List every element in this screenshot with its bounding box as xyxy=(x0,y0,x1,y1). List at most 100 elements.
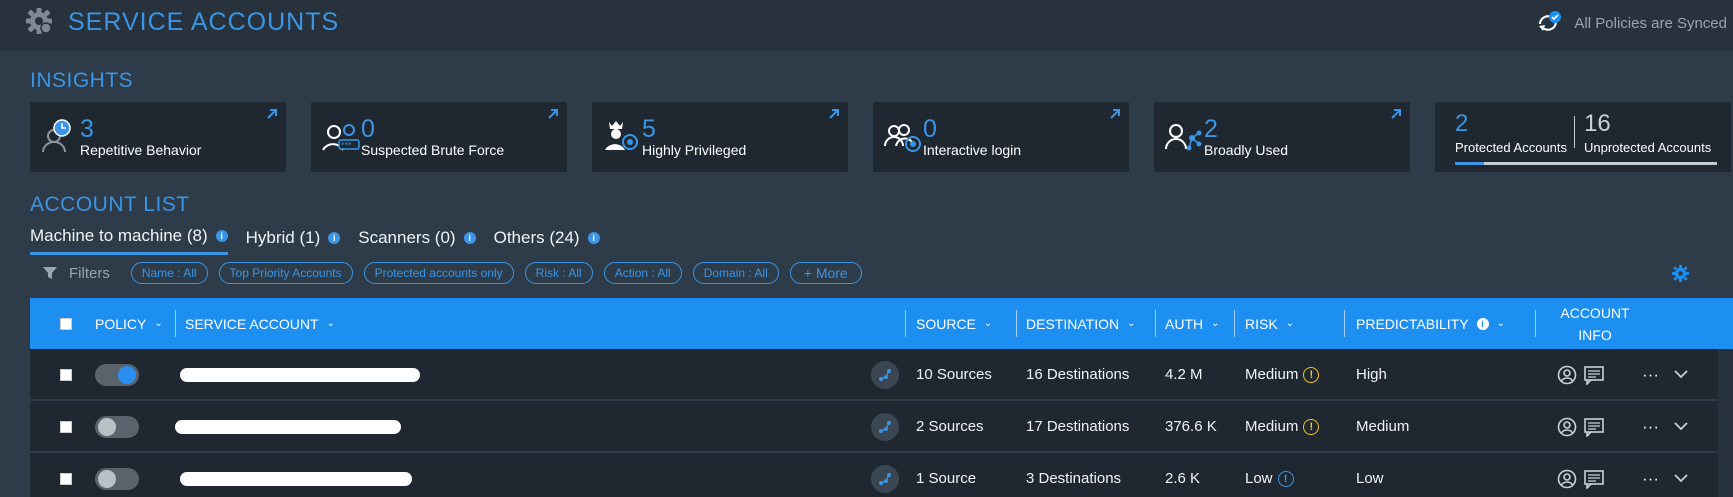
graph-button[interactable] xyxy=(871,464,899,493)
source-cell[interactable]: 1 Source xyxy=(916,453,976,497)
graph-button[interactable] xyxy=(871,360,899,389)
info-icon[interactable]: i xyxy=(463,231,476,244)
row-checkbox[interactable] xyxy=(60,368,72,381)
graph-button[interactable] xyxy=(871,412,899,441)
filter-chip-top-priority[interactable]: Top Priority Accounts xyxy=(218,262,353,284)
filter-chip-name[interactable]: Name : All xyxy=(130,262,208,284)
column-separator xyxy=(1234,310,1235,337)
service-account-cell[interactable] xyxy=(175,401,401,452)
graph-cell[interactable] xyxy=(871,401,899,452)
row-checkbox[interactable] xyxy=(60,420,72,433)
column-source[interactable]: SOURCE ⌄ xyxy=(916,298,992,349)
row-expand-button[interactable] xyxy=(1674,349,1688,400)
graph-cell[interactable] xyxy=(871,453,899,497)
insight-card-highly-privileged[interactable]: 5 Highly Privileged xyxy=(592,102,848,172)
source-cell[interactable]: 2 Sources xyxy=(916,401,984,452)
insight-card-interactive-login[interactable]: 0 Interactive login xyxy=(873,102,1129,172)
filter-chip-action[interactable]: Action : All xyxy=(603,262,682,284)
policy-cell[interactable] xyxy=(95,349,139,400)
chevron-down-icon xyxy=(1674,370,1688,379)
account-info-cell xyxy=(1557,349,1605,400)
destination-cell[interactable]: 16 Destinations xyxy=(1026,349,1129,400)
policy-cell[interactable] xyxy=(95,401,139,452)
select-all-checkbox-cell[interactable] xyxy=(60,298,72,349)
comment-icon[interactable] xyxy=(1583,469,1605,489)
row-expand-button[interactable] xyxy=(1674,401,1688,452)
external-arrow-icon[interactable] xyxy=(1109,108,1121,120)
info-icon[interactable]: i xyxy=(328,231,341,244)
table-row[interactable]: 2 Sources 17 Destinations 376.6 K Medium… xyxy=(30,401,1718,452)
column-service-account[interactable]: SERVICE ACCOUNT ⌄ xyxy=(185,298,335,349)
row-more-button[interactable]: ··· xyxy=(1642,453,1659,497)
table-row[interactable]: 1 Source 3 Destinations 2.6 K Low! Low ·… xyxy=(30,453,1718,497)
comment-icon[interactable] xyxy=(1583,417,1605,437)
external-arrow-icon[interactable] xyxy=(266,108,278,120)
row-checkbox[interactable] xyxy=(60,472,72,485)
risk-label: Medium xyxy=(1245,418,1299,435)
external-arrow-icon[interactable] xyxy=(828,108,840,120)
protection-progress-bar xyxy=(1455,162,1717,165)
user-profile-icon[interactable] xyxy=(1557,365,1577,385)
info-alert-icon[interactable]: ! xyxy=(1277,470,1294,487)
policy-toggle[interactable] xyxy=(95,363,139,386)
tab-hybrid[interactable]: Hybrid (1) i xyxy=(246,226,341,255)
filter-chip-protected-only[interactable]: Protected accounts only xyxy=(363,262,514,284)
column-destination[interactable]: DESTINATION ⌄ xyxy=(1026,298,1135,349)
auth-cell: 376.6 K xyxy=(1165,418,1217,435)
column-auth[interactable]: AUTH ⌄ xyxy=(1165,298,1220,349)
tab-label: Scanners (0) xyxy=(358,227,456,247)
column-risk[interactable]: RISK ⌄ xyxy=(1245,298,1294,349)
warning-icon[interactable]: ! xyxy=(1303,366,1320,383)
column-predictability[interactable]: PREDICTABILITY i ⌄ xyxy=(1356,298,1505,349)
insight-card-repetitive-behavior[interactable]: 3 Repetitive Behavior xyxy=(30,102,286,172)
row-more-button[interactable]: ··· xyxy=(1642,349,1659,400)
service-account-cell[interactable] xyxy=(180,453,412,497)
predictability-cell: Low xyxy=(1356,470,1384,487)
column-policy[interactable]: POLICY ⌄ xyxy=(95,298,163,349)
tab-others[interactable]: Others (24) i xyxy=(494,226,600,255)
tab-scanners[interactable]: Scanners (0) i xyxy=(358,226,476,255)
filter-chip-risk[interactable]: Risk : All xyxy=(524,262,593,284)
insight-card-broadly-used[interactable]: 2 Broadly Used xyxy=(1154,102,1410,172)
insight-card-suspected-brute-force[interactable]: *** 0 Suspected Brute Force xyxy=(311,102,567,172)
column-separator xyxy=(1016,310,1017,337)
graph-cell[interactable] xyxy=(871,349,899,400)
destination-cell[interactable]: 3 Destinations xyxy=(1026,453,1121,497)
info-icon[interactable]: i xyxy=(215,230,228,242)
table-row[interactable]: 10 Sources 16 Destinations 4.2 M Medium!… xyxy=(30,349,1718,400)
user-profile-icon[interactable] xyxy=(1557,469,1577,489)
info-icon[interactable]: i xyxy=(1476,317,1489,330)
source-cell[interactable]: 10 Sources xyxy=(916,349,992,400)
warning-icon[interactable]: ! xyxy=(1303,418,1320,435)
redacted-account-name xyxy=(180,471,412,486)
service-account-cell[interactable] xyxy=(180,349,420,400)
policy-toggle[interactable] xyxy=(95,415,139,438)
row-more-button[interactable]: ··· xyxy=(1642,401,1659,452)
table-scrollbar[interactable] xyxy=(1718,349,1733,497)
comment-icon[interactable] xyxy=(1583,365,1605,385)
row-expand-button[interactable] xyxy=(1674,453,1688,497)
column-label: RISK xyxy=(1245,315,1278,332)
row-checkbox-cell[interactable] xyxy=(60,349,72,400)
insight-label: Suspected Brute Force xyxy=(361,142,505,158)
insight-label: Highly Privileged xyxy=(642,142,747,158)
tab-machine-to-machine[interactable]: Machine to machine (8) i xyxy=(30,226,228,255)
select-all-checkbox[interactable] xyxy=(60,317,72,330)
external-arrow-icon[interactable] xyxy=(547,108,559,120)
destination-cell[interactable]: 17 Destinations xyxy=(1026,401,1129,452)
table-settings-gear-icon[interactable] xyxy=(1671,264,1690,283)
account-info-cell xyxy=(1557,401,1605,452)
column-label: PREDICTABILITY xyxy=(1356,315,1469,332)
toggle-knob xyxy=(98,417,116,436)
row-checkbox-cell[interactable] xyxy=(60,401,72,452)
info-icon[interactable]: i xyxy=(587,231,600,244)
policy-cell[interactable] xyxy=(95,453,139,497)
filter-chip-domain[interactable]: Domain : All xyxy=(692,262,779,284)
chevron-down-icon: ⌄ xyxy=(1496,318,1505,329)
external-arrow-icon[interactable] xyxy=(1390,108,1402,120)
more-filters-button[interactable]: + More xyxy=(789,262,862,284)
policy-toggle[interactable] xyxy=(95,467,139,490)
user-profile-icon[interactable] xyxy=(1557,417,1577,437)
protection-summary-card[interactable]: 2 Protected Accounts 16 Unprotected Acco… xyxy=(1435,102,1731,172)
row-checkbox-cell[interactable] xyxy=(60,453,72,497)
